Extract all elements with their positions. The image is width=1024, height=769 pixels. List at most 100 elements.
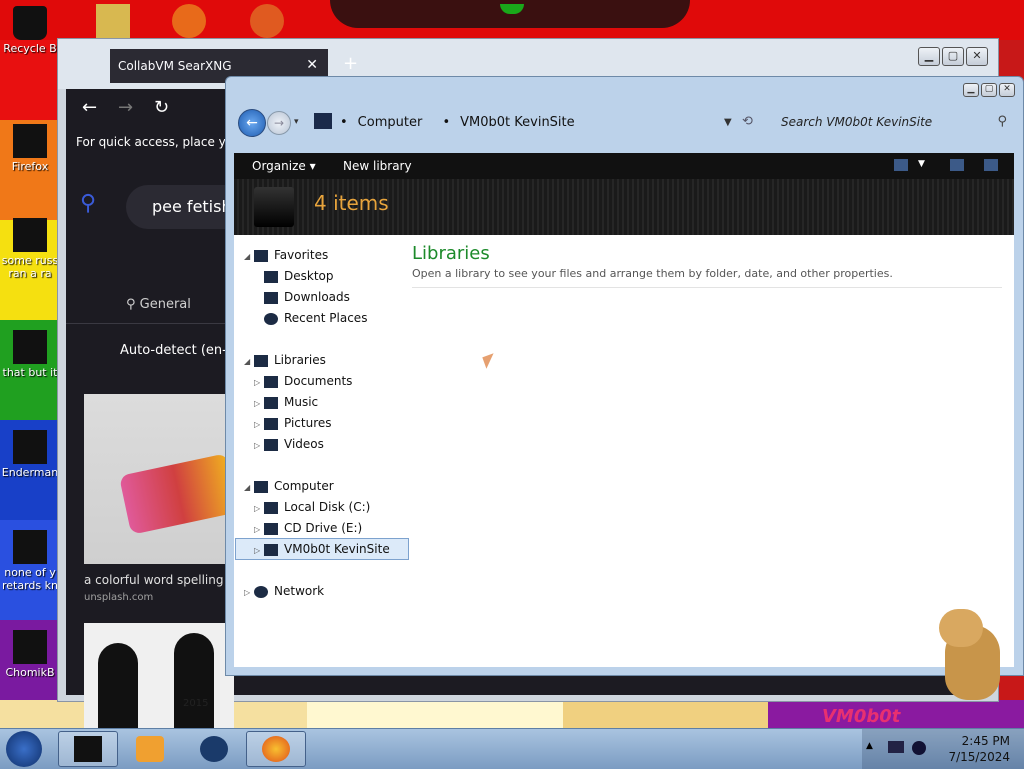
expand-arrow-icon[interactable]: ▷ <box>254 373 264 393</box>
refresh-icon[interactable]: ⟲ <box>742 114 753 129</box>
desktop-app-icon-2[interactable] <box>250 4 284 38</box>
taskbar-explorer[interactable] <box>58 731 118 767</box>
computer-icon <box>254 480 268 493</box>
collapse-arrow-icon[interactable]: ◢ <box>244 478 254 498</box>
nav-pictures[interactable]: ▷ Pictures <box>254 413 332 433</box>
desktop-icon-russ[interactable]: some russ ran a ra <box>0 218 60 280</box>
nav-cd-drive[interactable]: ▷ CD Drive (E:) <box>254 518 362 538</box>
explorer-window-controls: ▁ ▢ ✕ <box>963 83 1015 97</box>
documents-icon <box>264 375 278 388</box>
command-bar: Organize ▾ New library ▼ <box>234 153 1014 179</box>
forward-arrow-icon[interactable]: → <box>118 97 133 118</box>
reload-icon[interactable]: ↻ <box>154 97 169 118</box>
explorer-icon <box>74 736 102 762</box>
nav-videos[interactable]: ▷ Videos <box>254 434 324 454</box>
nav-desktop[interactable]: Desktop <box>264 266 334 286</box>
tray-expand-icon[interactable]: ▲ <box>866 741 873 751</box>
taskbar-media-player[interactable] <box>120 731 180 767</box>
start-button[interactable] <box>6 731 42 767</box>
nav-documents[interactable]: ▷ Documents <box>254 371 352 391</box>
clock[interactable]: 2:45 PM 7/15/2024 <box>948 733 1010 765</box>
forward-button[interactable]: → <box>267 111 291 135</box>
recycle-bin-icon <box>13 6 47 40</box>
maximize-button[interactable]: ▢ <box>981 83 997 97</box>
expand-arrow-icon[interactable]: ▷ <box>254 520 264 540</box>
figure-shape <box>174 633 214 743</box>
nav-network[interactable]: ▷ Network <box>244 581 324 601</box>
view-dropdown-icon[interactable]: ▼ <box>918 159 925 169</box>
hard-drive-icon <box>264 501 278 514</box>
tab-general[interactable]: ⚲ General <box>126 297 191 312</box>
nav-recent-places[interactable]: Recent Places <box>264 308 367 328</box>
desktop-app-icon[interactable] <box>172 4 206 38</box>
star-icon <box>254 249 268 262</box>
result-image-2[interactable] <box>84 623 234 743</box>
address-bar: ← → ▾ • Computer • VM0b0t KevinSite ▼ ⟲ Se… <box>236 107 1016 141</box>
pictures-icon <box>264 417 278 430</box>
nav-videos-label: Videos <box>284 437 324 451</box>
maximize-button[interactable]: ▢ <box>942 47 964 66</box>
result-source-1: unsplash.com <box>84 592 154 603</box>
expand-arrow-icon[interactable]: ▷ <box>254 394 264 414</box>
tab-general-label: General <box>139 297 191 312</box>
help-icon[interactable] <box>984 159 998 171</box>
nav-kevinsite[interactable]: ▷ VM0b0t KevinSite <box>235 538 409 560</box>
collapse-arrow-icon[interactable]: ◢ <box>244 352 254 372</box>
nav-computer[interactable]: ◢ Computer <box>244 476 334 496</box>
organize-button[interactable]: Organize ▾ <box>252 159 316 173</box>
result-image-1[interactable] <box>84 394 234 564</box>
desktop-folder-icon[interactable] <box>96 4 130 38</box>
history-dropdown-icon[interactable]: ▾ <box>294 117 299 127</box>
navigation-pane: ◢ Favorites Desktop Downloads Recent Plac… <box>234 235 409 667</box>
new-library-button[interactable]: New library <box>343 159 412 173</box>
expand-arrow-icon[interactable]: ▷ <box>254 499 264 519</box>
expand-arrow-icon[interactable]: ▷ <box>244 583 254 603</box>
file-icon <box>13 430 47 464</box>
new-tab-button[interactable]: + <box>343 53 358 74</box>
close-button[interactable]: ✕ <box>966 47 988 66</box>
preview-pane-icon[interactable] <box>950 159 964 171</box>
desktop-icon-that-but-it[interactable]: that but it <box>0 330 60 379</box>
nav-downloads[interactable]: Downloads <box>264 287 350 307</box>
quick-access-text: For quick access, place your <box>76 135 246 149</box>
volume-icon[interactable] <box>912 741 926 755</box>
search-icon[interactable]: ⚲ <box>80 191 96 216</box>
clock-date: 7/15/2024 <box>948 750 1010 764</box>
search-input[interactable]: Search VM0b0t KevinSite ⚲ <box>771 111 1011 133</box>
nav-favorites[interactable]: ◢ Favorites <box>244 245 328 265</box>
desktop-icon-firefox[interactable]: Firefox <box>0 124 60 173</box>
network-status-icon[interactable] <box>888 741 904 753</box>
desktop-icon-none-of-y[interactable]: none of y retards kn <box>0 530 60 592</box>
collapse-arrow-icon[interactable]: ◢ <box>244 247 254 267</box>
breadcrumb-computer[interactable]: Computer <box>358 115 423 130</box>
result-caption-1[interactable]: a colorful word spelling c <box>84 573 234 587</box>
view-options-icon[interactable] <box>894 159 908 171</box>
expand-arrow-icon[interactable]: ▷ <box>254 541 264 561</box>
hamster-image <box>935 605 1005 705</box>
desktop-icon-chomikb[interactable]: ChomikB <box>0 630 60 679</box>
minimize-button[interactable]: ▁ <box>963 83 979 97</box>
tab-close-icon[interactable]: ✕ <box>306 57 318 73</box>
desktop-icon-enderman[interactable]: Enderman <box>0 430 60 479</box>
browser-window-controls: ▁ ▢ ✕ <box>918 47 988 66</box>
back-button[interactable]: ← <box>238 109 266 137</box>
expand-arrow-icon[interactable]: ▷ <box>254 415 264 435</box>
taskbar-firefox[interactable] <box>246 731 306 767</box>
network-drive-icon <box>264 543 278 556</box>
desktop-icon-recycle-bin[interactable]: Recycle B <box>0 6 60 55</box>
close-button[interactable]: ✕ <box>999 83 1015 97</box>
expand-arrow-icon[interactable]: ▷ <box>254 436 264 456</box>
minimize-button[interactable]: ▁ <box>918 47 940 66</box>
nav-libraries[interactable]: ◢ Libraries <box>244 350 326 370</box>
back-arrow-icon[interactable]: ← <box>82 97 97 118</box>
search-icon[interactable]: ⚲ <box>997 114 1007 129</box>
breadcrumb-kevinsite[interactable]: VM0b0t KevinSite <box>460 115 575 130</box>
library-icon <box>254 187 294 227</box>
hamster-head <box>939 609 983 647</box>
taskbar-globe[interactable] <box>184 731 244 767</box>
nav-music[interactable]: ▷ Music <box>254 392 318 412</box>
nav-local-disk[interactable]: ▷ Local Disk (C:) <box>254 497 370 517</box>
nav-computer-label: Computer <box>274 479 334 493</box>
details-header: 4 items <box>234 179 1014 235</box>
address-dropdown-icon[interactable]: ▼ <box>724 117 732 128</box>
